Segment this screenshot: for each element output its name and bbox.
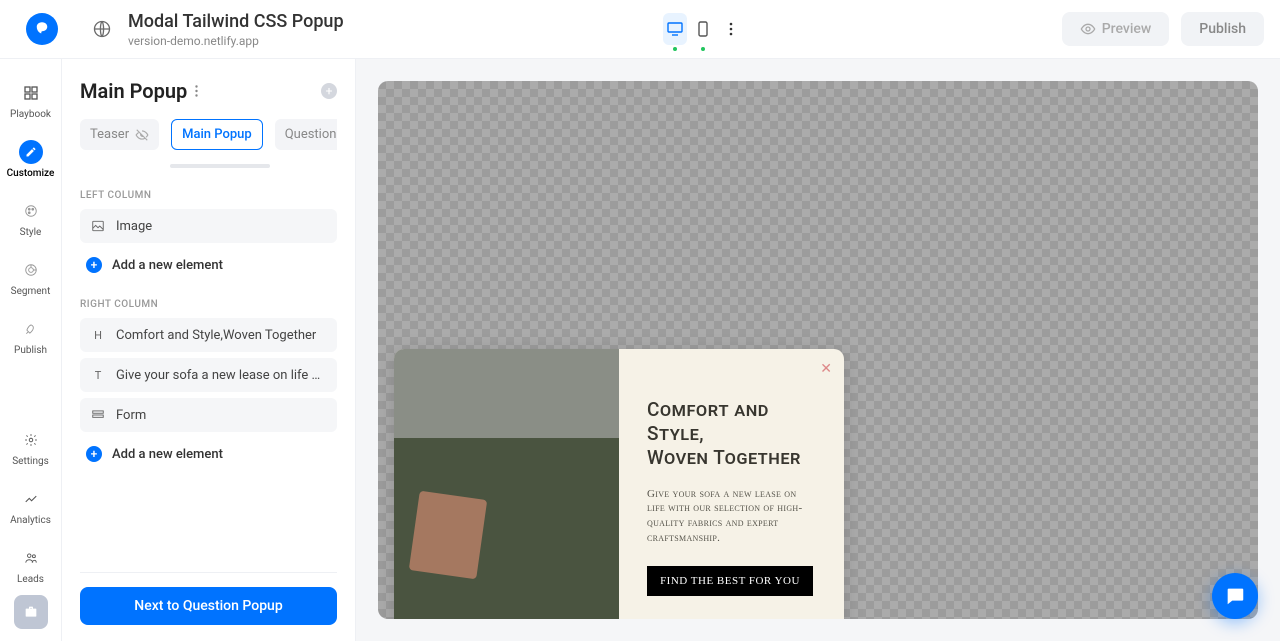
settings-icon <box>19 428 43 452</box>
popup-preview: ✕ Comfort and Style, Woven Together Give… <box>394 349 844 619</box>
image-icon <box>90 218 106 234</box>
form-icon <box>90 407 106 423</box>
popup-heading: Comfort and Style, Woven Together <box>647 399 816 471</box>
mobile-icon <box>698 21 708 37</box>
popup-image <box>394 349 619 619</box>
publish-icon <box>19 317 43 341</box>
page-title: Modal Tailwind CSS Popup <box>128 11 344 32</box>
nav-settings[interactable]: Settings <box>0 418 61 477</box>
element-form[interactable]: Form <box>80 398 337 432</box>
panel-add-button[interactable]: + <box>321 83 337 99</box>
nav-style[interactable]: Style <box>0 189 61 248</box>
canvas-preview[interactable]: ✕ Comfort and Style, Woven Together Give… <box>378 81 1258 619</box>
more-vertical-icon <box>729 22 733 36</box>
heading-icon: H <box>90 327 106 343</box>
globe-icon[interactable] <box>88 15 116 43</box>
divider <box>80 572 337 573</box>
pillow-graphic <box>409 491 487 580</box>
tab-question-popup[interactable]: Question Po... <box>275 119 337 150</box>
left-column-label: LEFT COLUMN <box>80 190 337 201</box>
nav-analytics[interactable]: Analytics <box>0 477 61 536</box>
popup-cta-button[interactable]: FIND THE BEST FOR YOU <box>647 566 813 596</box>
analytics-icon <box>19 487 43 511</box>
nav-customize[interactable]: Customize <box>0 130 61 189</box>
nav-publish[interactable]: Publish <box>0 307 61 366</box>
device-mobile-button[interactable] <box>691 13 715 45</box>
brand-logo[interactable] <box>26 13 58 45</box>
next-button[interactable]: Next to Question Popup <box>80 587 337 625</box>
playbook-icon <box>19 81 43 105</box>
customize-icon <box>19 140 43 164</box>
add-element-left[interactable]: + Add a new element <box>80 249 337 281</box>
eye-icon <box>1080 21 1096 37</box>
segment-icon <box>19 258 43 282</box>
status-dot <box>673 47 677 51</box>
tabs-scrollbar[interactable] <box>170 164 270 168</box>
chat-icon <box>1224 585 1246 607</box>
right-column-label: RIGHT COLUMN <box>80 299 337 310</box>
element-image[interactable]: Image <box>80 209 337 243</box>
style-icon <box>19 199 43 223</box>
publish-button[interactable]: Publish <box>1181 12 1264 46</box>
nav-segment[interactable]: Segment <box>0 248 61 307</box>
popup-body: Give your sofa a new lease on life with … <box>647 487 816 546</box>
preview-button[interactable]: Preview <box>1062 12 1170 46</box>
panel-title: Main Popup <box>80 79 187 103</box>
element-text[interactable]: T Give your sofa a new lease on life wit… <box>80 358 337 392</box>
add-element-right[interactable]: + Add a new element <box>80 438 337 470</box>
plus-icon: + <box>86 257 102 273</box>
tab-teaser[interactable]: Teaser <box>80 119 159 150</box>
leads-icon <box>19 546 43 570</box>
eye-off-icon <box>135 128 149 142</box>
canvas: ✕ Comfort and Style, Woven Together Give… <box>356 59 1280 641</box>
logo-icon <box>33 20 51 38</box>
tab-main-popup[interactable]: Main Popup <box>171 119 263 150</box>
nav-playbook[interactable]: Playbook <box>0 71 61 130</box>
chat-fab[interactable] <box>1212 573 1258 619</box>
text-icon: T <box>90 367 106 383</box>
briefcase-icon <box>23 604 39 620</box>
popup-close-button[interactable]: ✕ <box>820 361 832 377</box>
panel-more-icon[interactable] <box>195 85 198 97</box>
device-desktop-button[interactable] <box>663 13 687 45</box>
device-more-button[interactable] <box>719 13 743 45</box>
desktop-icon <box>667 22 683 36</box>
status-dot <box>701 47 705 51</box>
nav-leads[interactable]: Leads <box>0 536 61 595</box>
plus-icon: + <box>86 446 102 462</box>
page-subtitle: version-demo.netlify.app <box>128 34 344 48</box>
element-heading[interactable]: H Comfort and Style,Woven Together <box>80 318 337 352</box>
nav-briefcase-button[interactable] <box>14 595 48 629</box>
